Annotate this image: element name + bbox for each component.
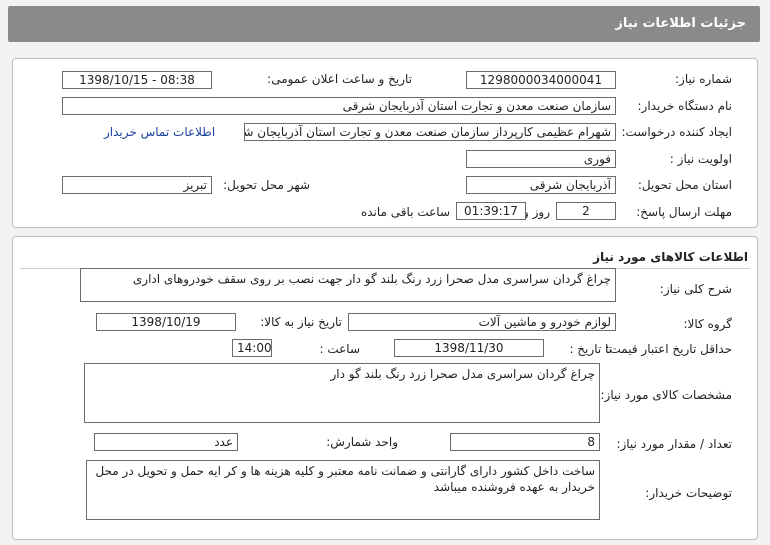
spec-label: مشخصات کالای مورد نیاز:: [600, 388, 732, 402]
unit-label: واحد شمارش:: [326, 435, 398, 449]
buyer-notes-field: ساخت داخل کشور دارای گارانتی و ضمانت نام…: [86, 460, 600, 520]
spec-field: چراغ گردان سراسری مدل صحرا زرد رنگ بلند …: [84, 363, 600, 423]
hour-label: ساعت :: [319, 342, 360, 356]
group-field: لوازم خودرو و ماشین آلات: [348, 313, 616, 331]
days-label: روز و: [523, 205, 550, 219]
need-number-field: 1298000034000041: [466, 71, 616, 89]
unit-field: عدد: [94, 433, 238, 451]
until-date-label: تا تاریخ :: [569, 342, 612, 356]
hour-field: 14:00: [232, 339, 272, 357]
page-header: جزئیات اطلاعات نیاز: [8, 6, 760, 42]
province-label: استان محل تحویل:: [637, 178, 732, 192]
time-remaining-label: ساعت باقی مانده: [360, 205, 450, 219]
remaining-time-field: 01:39:17: [456, 202, 526, 220]
need-date-label: تاریخ نیاز به کالا:: [260, 315, 342, 329]
group-label: گروه کالا:: [683, 317, 733, 331]
creator-label: ایجاد کننده درخواست:: [621, 125, 732, 139]
announce-datetime-label: تاریخ و ساعت اعلان عمومی:: [267, 72, 412, 86]
announce-datetime-field: 1398/10/15 - 08:38: [62, 71, 212, 89]
goods-section-title: اطلاعات کالاهای مورد نیاز: [593, 250, 748, 264]
buyer-org-label: نام دستگاه خریدار:: [637, 99, 733, 113]
buyer-contact-link[interactable]: اطلاعات تماس خریدار: [104, 125, 215, 139]
general-desc-field: چراغ گردان سراسری مدل صحرا زرد رنگ بلند …: [80, 268, 616, 302]
buyer-org-field: سازمان صنعت معدن و تجارت استان آذربایجان…: [62, 97, 616, 115]
need-number-label: شماره نیاز:: [675, 72, 732, 86]
buyer-notes-label: توضیحات خریدار:: [645, 486, 732, 500]
qty-field: 8: [450, 433, 600, 451]
city-field: تبریز: [62, 176, 212, 194]
until-date-field: 1398/11/30: [394, 339, 544, 357]
priority-field: فوری: [466, 150, 616, 168]
qty-label: تعداد / مقدار مورد نیاز:: [616, 437, 732, 451]
days-field: 2: [556, 202, 616, 220]
deadline-label: مهلت ارسال پاسخ:: [636, 205, 732, 219]
need-date-field: 1398/10/19: [96, 313, 236, 331]
min-validity-label: حداقل تاریخ اعتبار قیمت:: [605, 342, 732, 356]
priority-label: اولویت نیاز :: [669, 152, 732, 166]
page-title: جزئیات اطلاعات نیاز: [615, 16, 746, 31]
general-desc-label: شرح کلی نیاز:: [659, 282, 732, 296]
province-field: آذربایجان شرقی: [466, 176, 616, 194]
creator-field: شهرام عظیمی کارپرداز سازمان صنعت معدن و …: [244, 123, 616, 141]
city-label: شهر محل تحویل:: [223, 178, 310, 192]
